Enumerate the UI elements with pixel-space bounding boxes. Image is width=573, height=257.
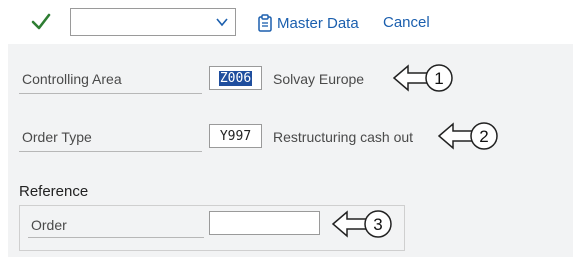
reference-title: Reference — [19, 183, 89, 200]
cancel-button[interactable]: Cancel — [383, 14, 430, 31]
controlling-area-label: Controlling Area — [22, 71, 122, 87]
order-input[interactable] — [209, 211, 320, 235]
callout-number-3: 3 — [373, 215, 382, 234]
callout-arrow-2: 2 — [438, 122, 498, 150]
callout-arrow-3: 3 — [332, 210, 392, 238]
order-type-value: Y997 — [219, 128, 252, 144]
master-data-button[interactable]: Master Data — [257, 12, 359, 34]
callout-arrow-1: 1 — [393, 64, 453, 92]
controlling-area-input[interactable]: Z006 — [209, 66, 262, 90]
order-label: Order — [31, 217, 67, 233]
toolbar: Master Data Cancel — [0, 0, 573, 44]
controlling-area-description: Solvay Europe — [273, 71, 365, 87]
order-type-input[interactable]: Y997 — [209, 124, 262, 148]
chevron-down-icon — [216, 18, 228, 27]
master-data-label: Master Data — [277, 14, 359, 32]
callout-number-1: 1 — [434, 69, 443, 88]
checkmark-icon[interactable] — [30, 10, 52, 32]
order-type-label: Order Type — [22, 129, 92, 145]
variant-dropdown[interactable] — [70, 8, 236, 36]
controlling-area-value: Z006 — [218, 70, 253, 86]
clipboard-icon — [258, 14, 272, 32]
callout-number-2: 2 — [479, 127, 488, 146]
order-underline — [28, 237, 204, 238]
order-type-description: Restructuring cash out — [273, 129, 414, 145]
order-type-underline — [19, 151, 202, 152]
controlling-area-underline — [19, 93, 202, 94]
